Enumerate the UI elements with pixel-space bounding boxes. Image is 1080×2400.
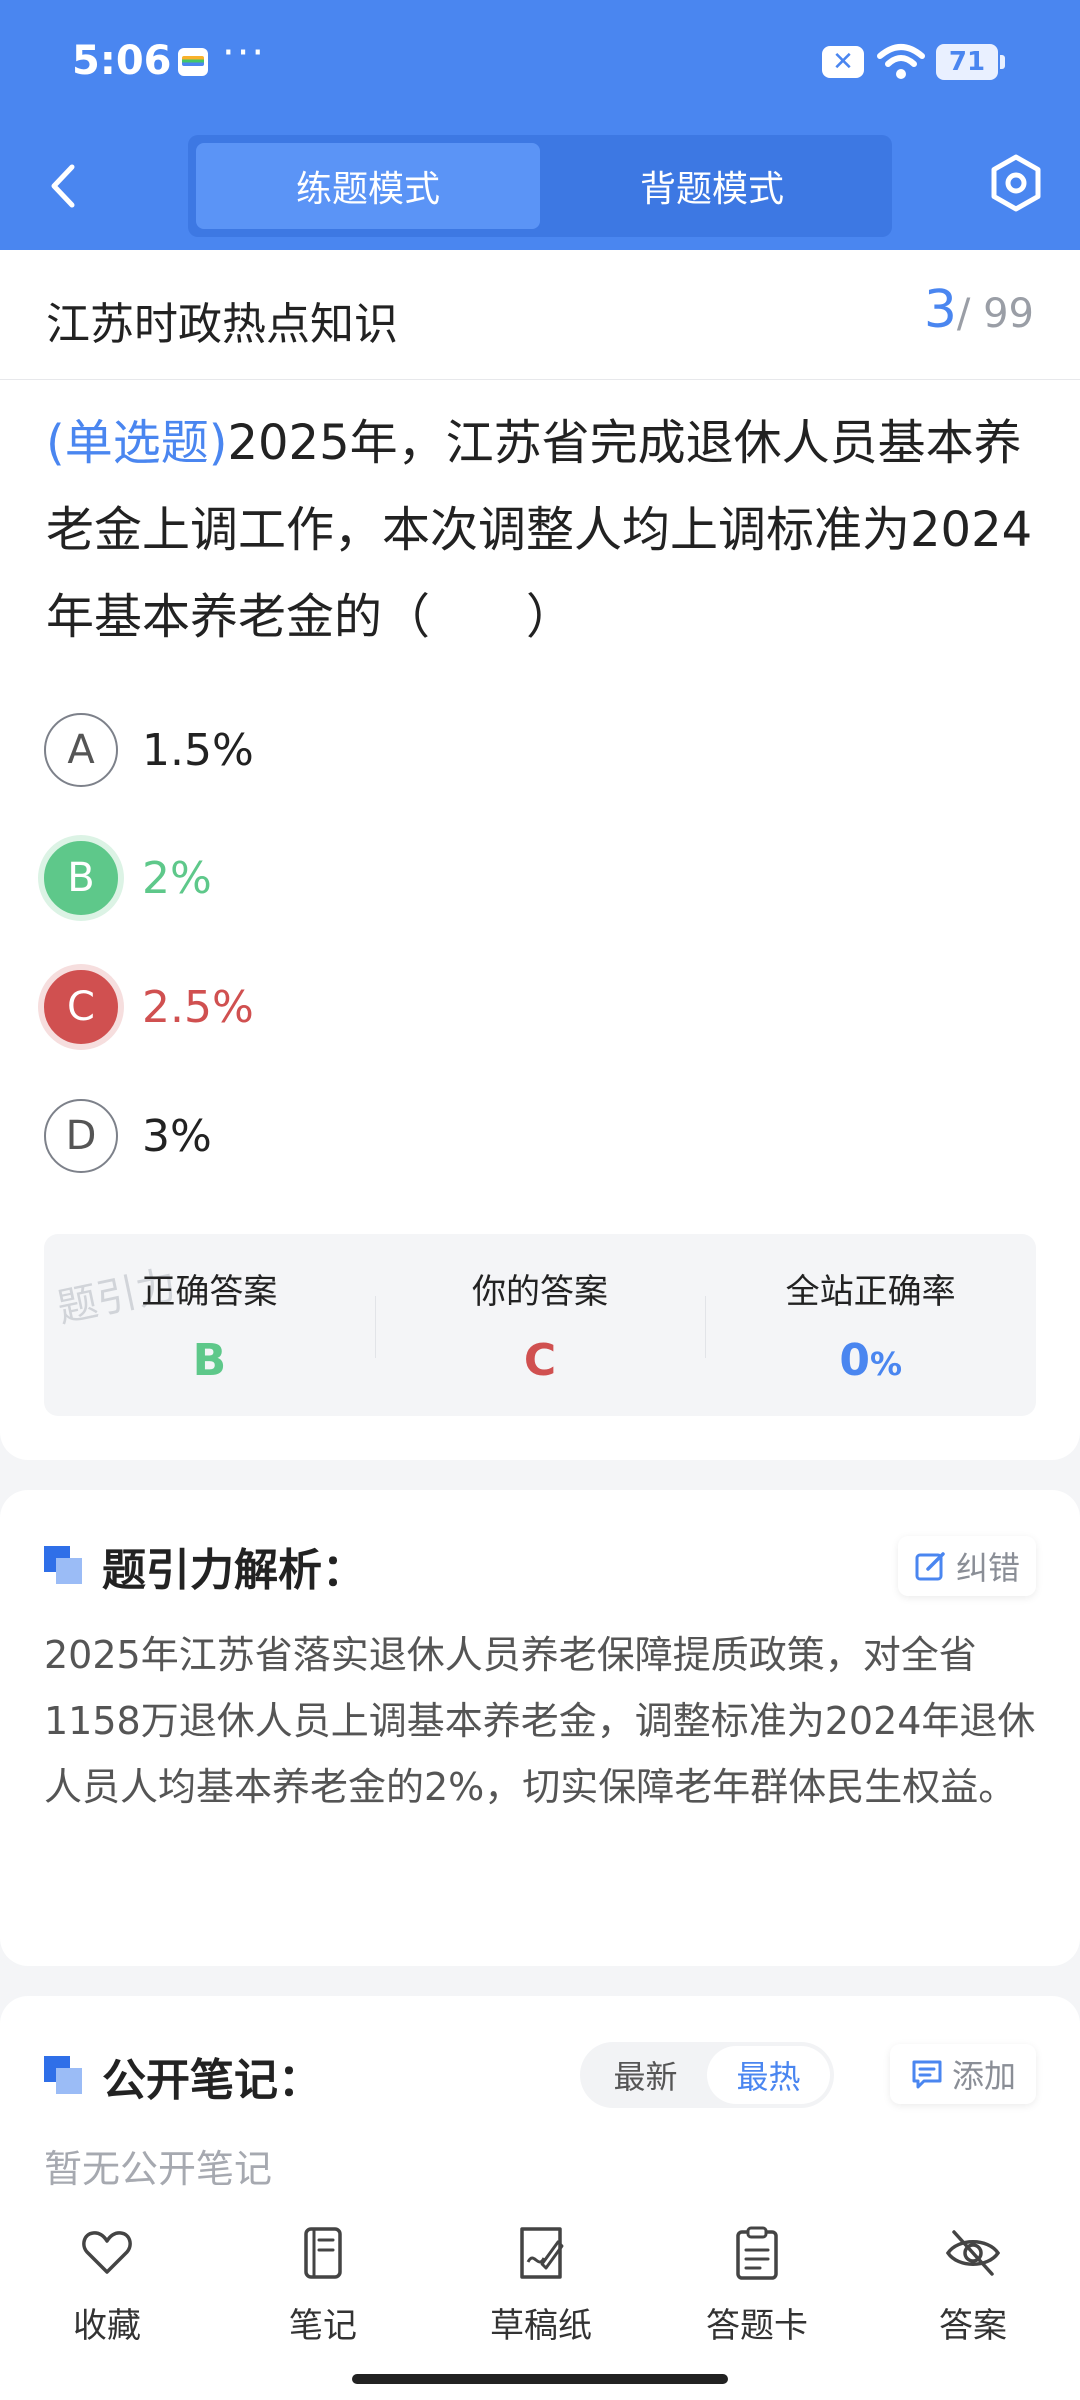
back-button[interactable] — [38, 158, 88, 214]
option-letter: B — [44, 841, 118, 915]
favorite-button[interactable]: 收藏 — [32, 2224, 182, 2347]
section-squares-icon — [44, 2056, 84, 2096]
settings-hexagon-icon[interactable] — [988, 152, 1044, 214]
your-answer-value: C — [523, 1335, 557, 1386]
heart-icon — [82, 2231, 132, 2274]
sort-latest-tab[interactable]: 最新 — [584, 2046, 707, 2104]
option-text: 1.5% — [142, 724, 254, 776]
status-bar: 5:06 ··· ✕ 71 — [0, 0, 1080, 120]
your-answer-label: 你的答案 — [472, 1272, 608, 1312]
status-time: 5:06 — [72, 38, 172, 84]
answer-card-icon — [736, 2226, 778, 2280]
site-accuracy-col: 全站正确率 0% — [705, 1234, 1036, 1416]
notes-button[interactable]: 笔记 — [248, 2224, 398, 2347]
your-answer-col: 你的答案 C — [374, 1234, 706, 1416]
site-accuracy-label: 全站正确率 — [785, 1272, 956, 1312]
report-error-button[interactable]: 纠错 — [898, 1536, 1036, 1596]
eye-off-icon — [945, 2230, 1001, 2276]
option-b[interactable]: B 2% — [44, 838, 744, 918]
subject-title: 江苏时政热点知识 — [46, 299, 398, 350]
wifi-icon — [877, 44, 925, 79]
option-letter: A — [44, 713, 118, 787]
notes-title: 公开笔记： — [102, 2055, 322, 2106]
top-header: 5:06 ··· ✕ 71 练题模式 背题模式 — [0, 0, 1080, 250]
notification-x-icon: ✕ — [822, 46, 864, 78]
analysis-title: 题引力解析： — [102, 1545, 366, 1596]
notes-label: 笔记 — [289, 2306, 357, 2346]
option-letter: C — [44, 970, 118, 1044]
answer-card-button[interactable]: 答题卡 — [682, 2224, 832, 2347]
mode-switch: 练题模式 背题模式 — [188, 135, 892, 237]
answer-card-label: 答题卡 — [706, 2306, 808, 2346]
question-type: (单选题) — [46, 415, 228, 471]
current-question-number: 3 — [923, 280, 957, 340]
subject-bar: 江苏时政热点知识 3/ 99 — [0, 250, 1080, 380]
draft-icon — [520, 2227, 564, 2279]
option-letter: D — [44, 1099, 118, 1173]
section-squares-icon — [44, 1546, 84, 1586]
comment-icon — [912, 2060, 942, 2089]
question-card: 江苏时政热点知识 3/ 99 (单选题)2025年，江苏省完成退休人员基本养老金… — [0, 250, 1080, 1460]
option-text: 3% — [142, 1110, 212, 1162]
draft-paper-label: 草稿纸 — [490, 2306, 592, 2346]
show-answer-label: 答案 — [939, 2306, 1007, 2346]
bottom-toolbar: 收藏 笔记 草稿纸 答题卡 答案 — [0, 2210, 1080, 2400]
site-accuracy-value: 0% — [705, 1335, 1036, 1386]
correct-answer-value: B — [192, 1335, 227, 1386]
question-counter[interactable]: 3/ 99 — [924, 280, 1034, 340]
correct-answer-label: 正确答案 — [141, 1272, 278, 1312]
favorite-label: 收藏 — [73, 2306, 141, 2346]
site-accuracy-unit: % — [869, 1345, 903, 1383]
analysis-text: 2025年江苏省落实退休人员养老保障提质政策，对全省1158万退休人员上调基本养… — [44, 1633, 1036, 1809]
sort-hottest-tab[interactable]: 最热 — [707, 2046, 830, 2104]
option-text: 2% — [142, 852, 212, 904]
option-text: 2.5% — [142, 981, 254, 1033]
correct-answer-col: 正确答案 B — [44, 1234, 375, 1416]
analysis-header: 题引力解析： — [44, 1538, 366, 1596]
option-c[interactable]: C 2.5% — [44, 967, 744, 1047]
add-note-label: 添加 — [951, 2057, 1016, 2095]
show-answer-button[interactable]: 答案 — [898, 2224, 1048, 2347]
analysis-card: 题引力解析： 纠错 2025年江苏省落实退休人员养老保障提质政策，对全省1158… — [0, 1490, 1080, 1966]
more-notifications-icon: ··· — [222, 30, 267, 76]
empty-notes-text: 暂无公开笔记 — [44, 2147, 273, 2191]
option-a[interactable]: A 1.5% — [44, 710, 744, 790]
tab-practice-mode[interactable]: 练题模式 — [196, 143, 540, 229]
wallet-icon — [178, 48, 208, 76]
battery-icon: 71 — [936, 44, 1005, 80]
option-d[interactable]: D 3% — [44, 1096, 744, 1176]
draft-paper-button[interactable]: 草稿纸 — [466, 2224, 616, 2347]
tab-memorize-mode[interactable]: 背题模式 — [540, 143, 884, 229]
total-questions: / 99 — [956, 291, 1034, 337]
notebook-icon — [304, 2227, 342, 2279]
chevron-left-icon — [51, 164, 75, 208]
home-indicator[interactable] — [352, 2374, 728, 2384]
edit-icon — [915, 1552, 945, 1581]
answer-summary: 题引力 正确答案 B 你的答案 C 全站正确率 0% — [44, 1234, 1036, 1416]
notes-sort-switch: 最新 最热 — [580, 2042, 834, 2108]
notes-header: 公开笔记： — [44, 2048, 322, 2106]
question-stem: (单选题)2025年，江苏省完成退休人员基本养老金上调工作，本次调整人均上调标准… — [46, 400, 1036, 661]
report-error-label: 纠错 — [955, 1549, 1020, 1587]
add-note-button[interactable]: 添加 — [890, 2044, 1036, 2104]
site-accuracy-number: 0 — [839, 1335, 870, 1386]
